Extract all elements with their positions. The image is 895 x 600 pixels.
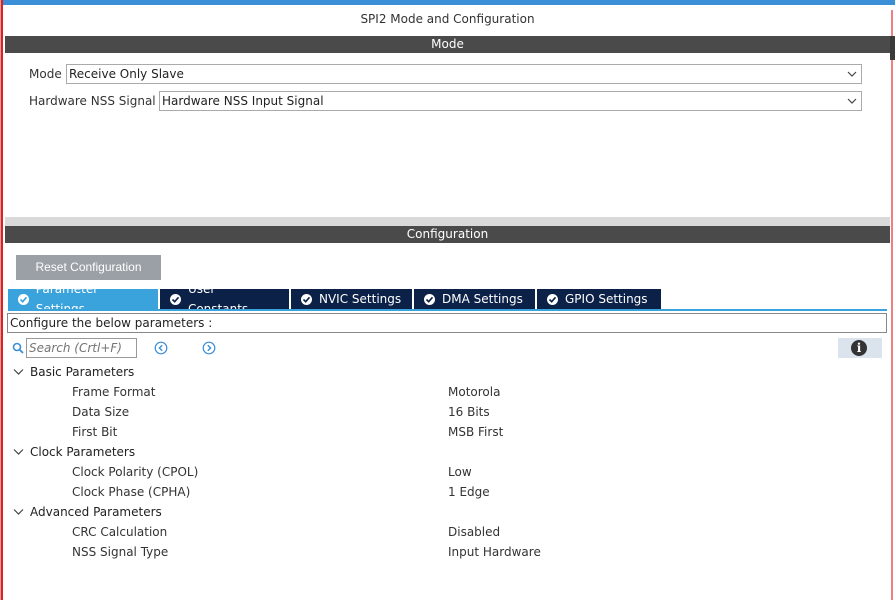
param-crc-calculation: CRC Calculation <box>72 525 168 539</box>
mode-section-header: Mode <box>5 36 890 53</box>
window-right-border <box>891 10 893 600</box>
group-label: Basic Parameters <box>30 365 135 379</box>
tab-label: NVIC Settings <box>319 292 402 306</box>
param-clock-polarity-value[interactable]: Low <box>448 465 472 479</box>
param-frame-format-value[interactable]: Motorola <box>448 385 500 399</box>
tab-user-constants[interactable]: User Constants <box>160 282 291 316</box>
group-label: Clock Parameters <box>30 445 136 459</box>
mode-label: Mode <box>29 67 62 81</box>
param-nss-signal-type: NSS Signal Type <box>72 545 169 559</box>
mode-select-value: Receive Only Slave <box>69 67 184 81</box>
param-first-bit-value[interactable]: MSB First <box>448 425 503 439</box>
param-clock-polarity: Clock Polarity (CPOL) <box>72 465 199 479</box>
parameters-description: Configure the below parameters : <box>7 313 887 333</box>
tab-dma-settings[interactable]: DMA Settings <box>414 289 537 309</box>
configuration-section-header: Configuration <box>5 226 890 243</box>
tab-label: GPIO Settings <box>565 292 648 306</box>
check-circle-icon <box>18 293 29 305</box>
previous-result-icon[interactable] <box>154 341 168 355</box>
param-crc-calculation-value[interactable]: Disabled <box>448 525 500 539</box>
window-left-border <box>1 0 3 600</box>
check-circle-icon <box>301 293 312 305</box>
section-splitter[interactable] <box>5 217 890 226</box>
mode-select[interactable]: Receive Only Slave <box>66 64 862 84</box>
config-tabs: Parameter Settings User Constants NVIC S… <box>8 282 661 316</box>
chevron-down-icon <box>13 449 24 455</box>
group-basic-parameters[interactable]: Basic Parameters <box>13 365 134 379</box>
next-result-icon[interactable] <box>202 341 216 355</box>
group-label: Advanced Parameters <box>30 505 162 519</box>
tab-nvic-settings[interactable]: NVIC Settings <box>291 289 414 309</box>
tab-parameter-settings[interactable]: Parameter Settings <box>8 282 160 316</box>
param-clock-phase: Clock Phase (CPHA) <box>72 485 191 499</box>
chevron-down-icon <box>13 509 24 515</box>
window-top-accent <box>1 0 895 5</box>
chevron-down-icon <box>13 369 24 375</box>
group-advanced-parameters[interactable]: Advanced Parameters <box>13 505 162 519</box>
spi2-config-window: SPI2 Mode and Configuration Mode Mode Re… <box>0 0 895 600</box>
nss-select-value: Hardware NSS Input Signal <box>162 94 324 108</box>
param-data-size-value[interactable]: 16 Bits <box>448 405 490 419</box>
param-clock-phase-value[interactable]: 1 Edge <box>448 485 490 499</box>
param-nss-signal-type-value[interactable]: Input Hardware <box>448 545 541 559</box>
info-button[interactable]: i <box>838 338 882 358</box>
check-circle-icon <box>424 293 435 305</box>
tab-underline <box>8 309 887 311</box>
param-first-bit: First Bit <box>72 425 118 439</box>
check-circle-icon <box>170 293 181 305</box>
group-clock-parameters[interactable]: Clock Parameters <box>13 445 135 459</box>
mode-panel: Mode Receive Only Slave Hardware NSS Sig… <box>5 53 890 217</box>
nss-select[interactable]: Hardware NSS Input Signal <box>159 91 862 111</box>
tab-label: DMA Settings <box>442 292 523 306</box>
info-icon: i <box>851 340 867 356</box>
chevron-down-icon <box>847 71 857 77</box>
search-input[interactable] <box>26 338 137 358</box>
search-icon[interactable] <box>12 342 24 354</box>
nss-label: Hardware NSS Signal <box>29 94 156 108</box>
param-data-size: Data Size <box>72 405 130 419</box>
check-circle-icon <box>547 293 558 305</box>
reset-configuration-button[interactable]: Reset Configuration <box>16 255 161 280</box>
tab-gpio-settings[interactable]: GPIO Settings <box>537 289 661 309</box>
chevron-down-icon <box>847 98 857 104</box>
window-title: SPI2 Mode and Configuration <box>360 12 535 26</box>
param-frame-format: Frame Format <box>72 385 156 399</box>
